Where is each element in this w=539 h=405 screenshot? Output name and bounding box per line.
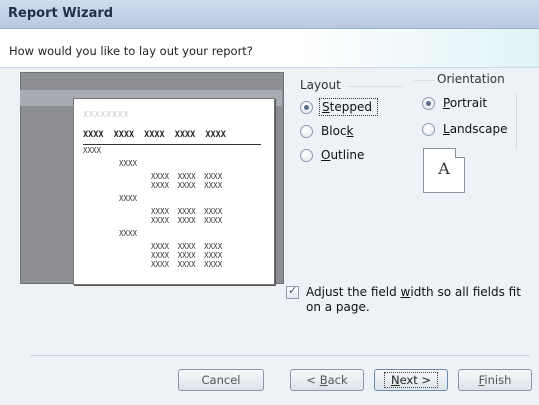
footer-divider <box>30 355 530 356</box>
orientation-group-label: Orientation <box>437 72 505 86</box>
finish-button-label: Finish <box>478 373 512 387</box>
layout-option-stepped-label: Stepped <box>319 98 378 116</box>
title-bar: Report Wizard <box>0 0 539 29</box>
layout-group-rule <box>348 86 403 87</box>
orientation-group-rule <box>414 80 434 81</box>
radio-outline[interactable] <box>300 148 313 162</box>
preview-row: XXXX <box>119 194 138 203</box>
layout-option-outline-label: Outline <box>321 148 365 162</box>
back-button[interactable]: < Back <box>290 369 364 391</box>
adjust-width-label[interactable]: Adjust the field width so all fields fit… <box>306 285 526 315</box>
radio-landscape[interactable] <box>422 122 435 136</box>
window-title: Report Wizard <box>8 6 114 21</box>
radio-block[interactable] <box>300 124 313 138</box>
orientation-group-edge <box>516 94 517 148</box>
preview-row: XXXX XXXX XXXX <box>151 172 223 181</box>
preview-row: XXXX XXXX XXXX <box>151 242 223 251</box>
orientation-option-landscape[interactable]: Landscape <box>422 120 507 138</box>
layout-option-block-label: Block <box>321 124 354 138</box>
portrait-page-icon: A <box>423 148 465 193</box>
next-button-label: Next > <box>383 372 439 388</box>
layout-option-stepped[interactable]: Stepped <box>300 98 378 116</box>
wizard-question: How would you like to lay out your repor… <box>9 44 253 58</box>
adjust-width-checkbox[interactable] <box>286 284 299 299</box>
preview-row: XXXX <box>83 146 102 155</box>
layout-option-block[interactable]: Block <box>300 122 353 140</box>
preview-row: XXXX <box>119 159 138 168</box>
orientation-option-portrait-label: Portrait <box>443 96 488 110</box>
preview-row: XXXX XXXX XXXX <box>151 260 223 269</box>
page-icon-letter: A <box>438 159 450 178</box>
layout-group-label: Layout <box>300 78 341 92</box>
preview-row: XXXX XXXX XXXX <box>151 251 223 260</box>
orientation-option-portrait[interactable]: Portrait <box>422 94 487 112</box>
preview-title-placeholder: XXXXXXXX <box>83 110 130 119</box>
wizard-question-banner: How would you like to lay out your repor… <box>0 29 539 68</box>
layout-option-outline[interactable]: Outline <box>300 146 364 164</box>
preview-row: XXXX XXXX XXXX <box>151 181 223 190</box>
finish-button[interactable]: Finish <box>458 369 532 391</box>
preview-header-row: XXXX XXXX XXXX XXXX XXXX <box>83 130 226 140</box>
cancel-button[interactable]: Cancel <box>178 369 264 391</box>
preview-row: XXXX XXXX XXXX <box>151 207 223 216</box>
preview-row: XXXX <box>119 229 138 238</box>
preview-header-rule <box>83 144 261 145</box>
preview-row: XXXX XXXX XXXX <box>151 216 223 225</box>
radio-stepped[interactable] <box>300 100 313 114</box>
radio-portrait[interactable] <box>422 96 435 110</box>
next-button[interactable]: Next > <box>374 369 448 391</box>
cancel-button-label: Cancel <box>201 373 241 387</box>
orientation-option-landscape-label: Landscape <box>443 122 508 136</box>
layout-preview-page: XXXXXXXX XXXX XXXX XXXX XXXX XXXX XXXX X… <box>73 98 275 285</box>
back-button-label: < Back <box>306 373 348 387</box>
